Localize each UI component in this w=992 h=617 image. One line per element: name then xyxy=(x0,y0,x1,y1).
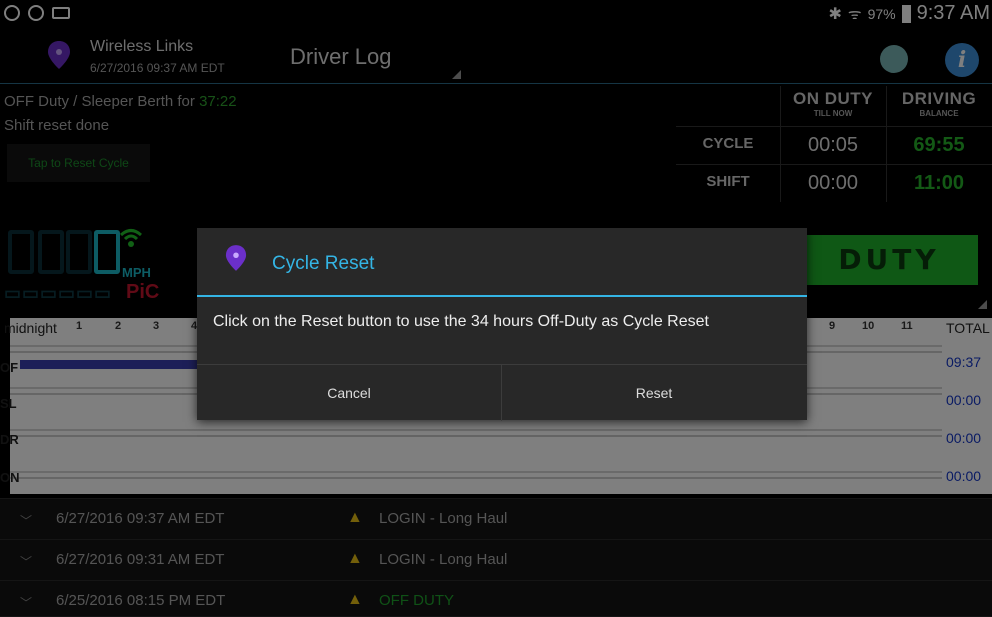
dialog-title: Cycle Reset xyxy=(272,253,375,274)
cycle-reset-dialog: Cycle Reset Click on the Reset button to… xyxy=(197,228,807,421)
app-logo-icon xyxy=(225,245,247,271)
dialog-divider xyxy=(197,295,807,297)
reset-button[interactable]: Reset xyxy=(502,365,806,421)
cancel-button[interactable]: Cancel xyxy=(197,365,502,421)
dialog-message: Click on the Reset button to use the 34 … xyxy=(213,313,709,330)
dialog-buttons: Cancel Reset xyxy=(197,364,807,421)
